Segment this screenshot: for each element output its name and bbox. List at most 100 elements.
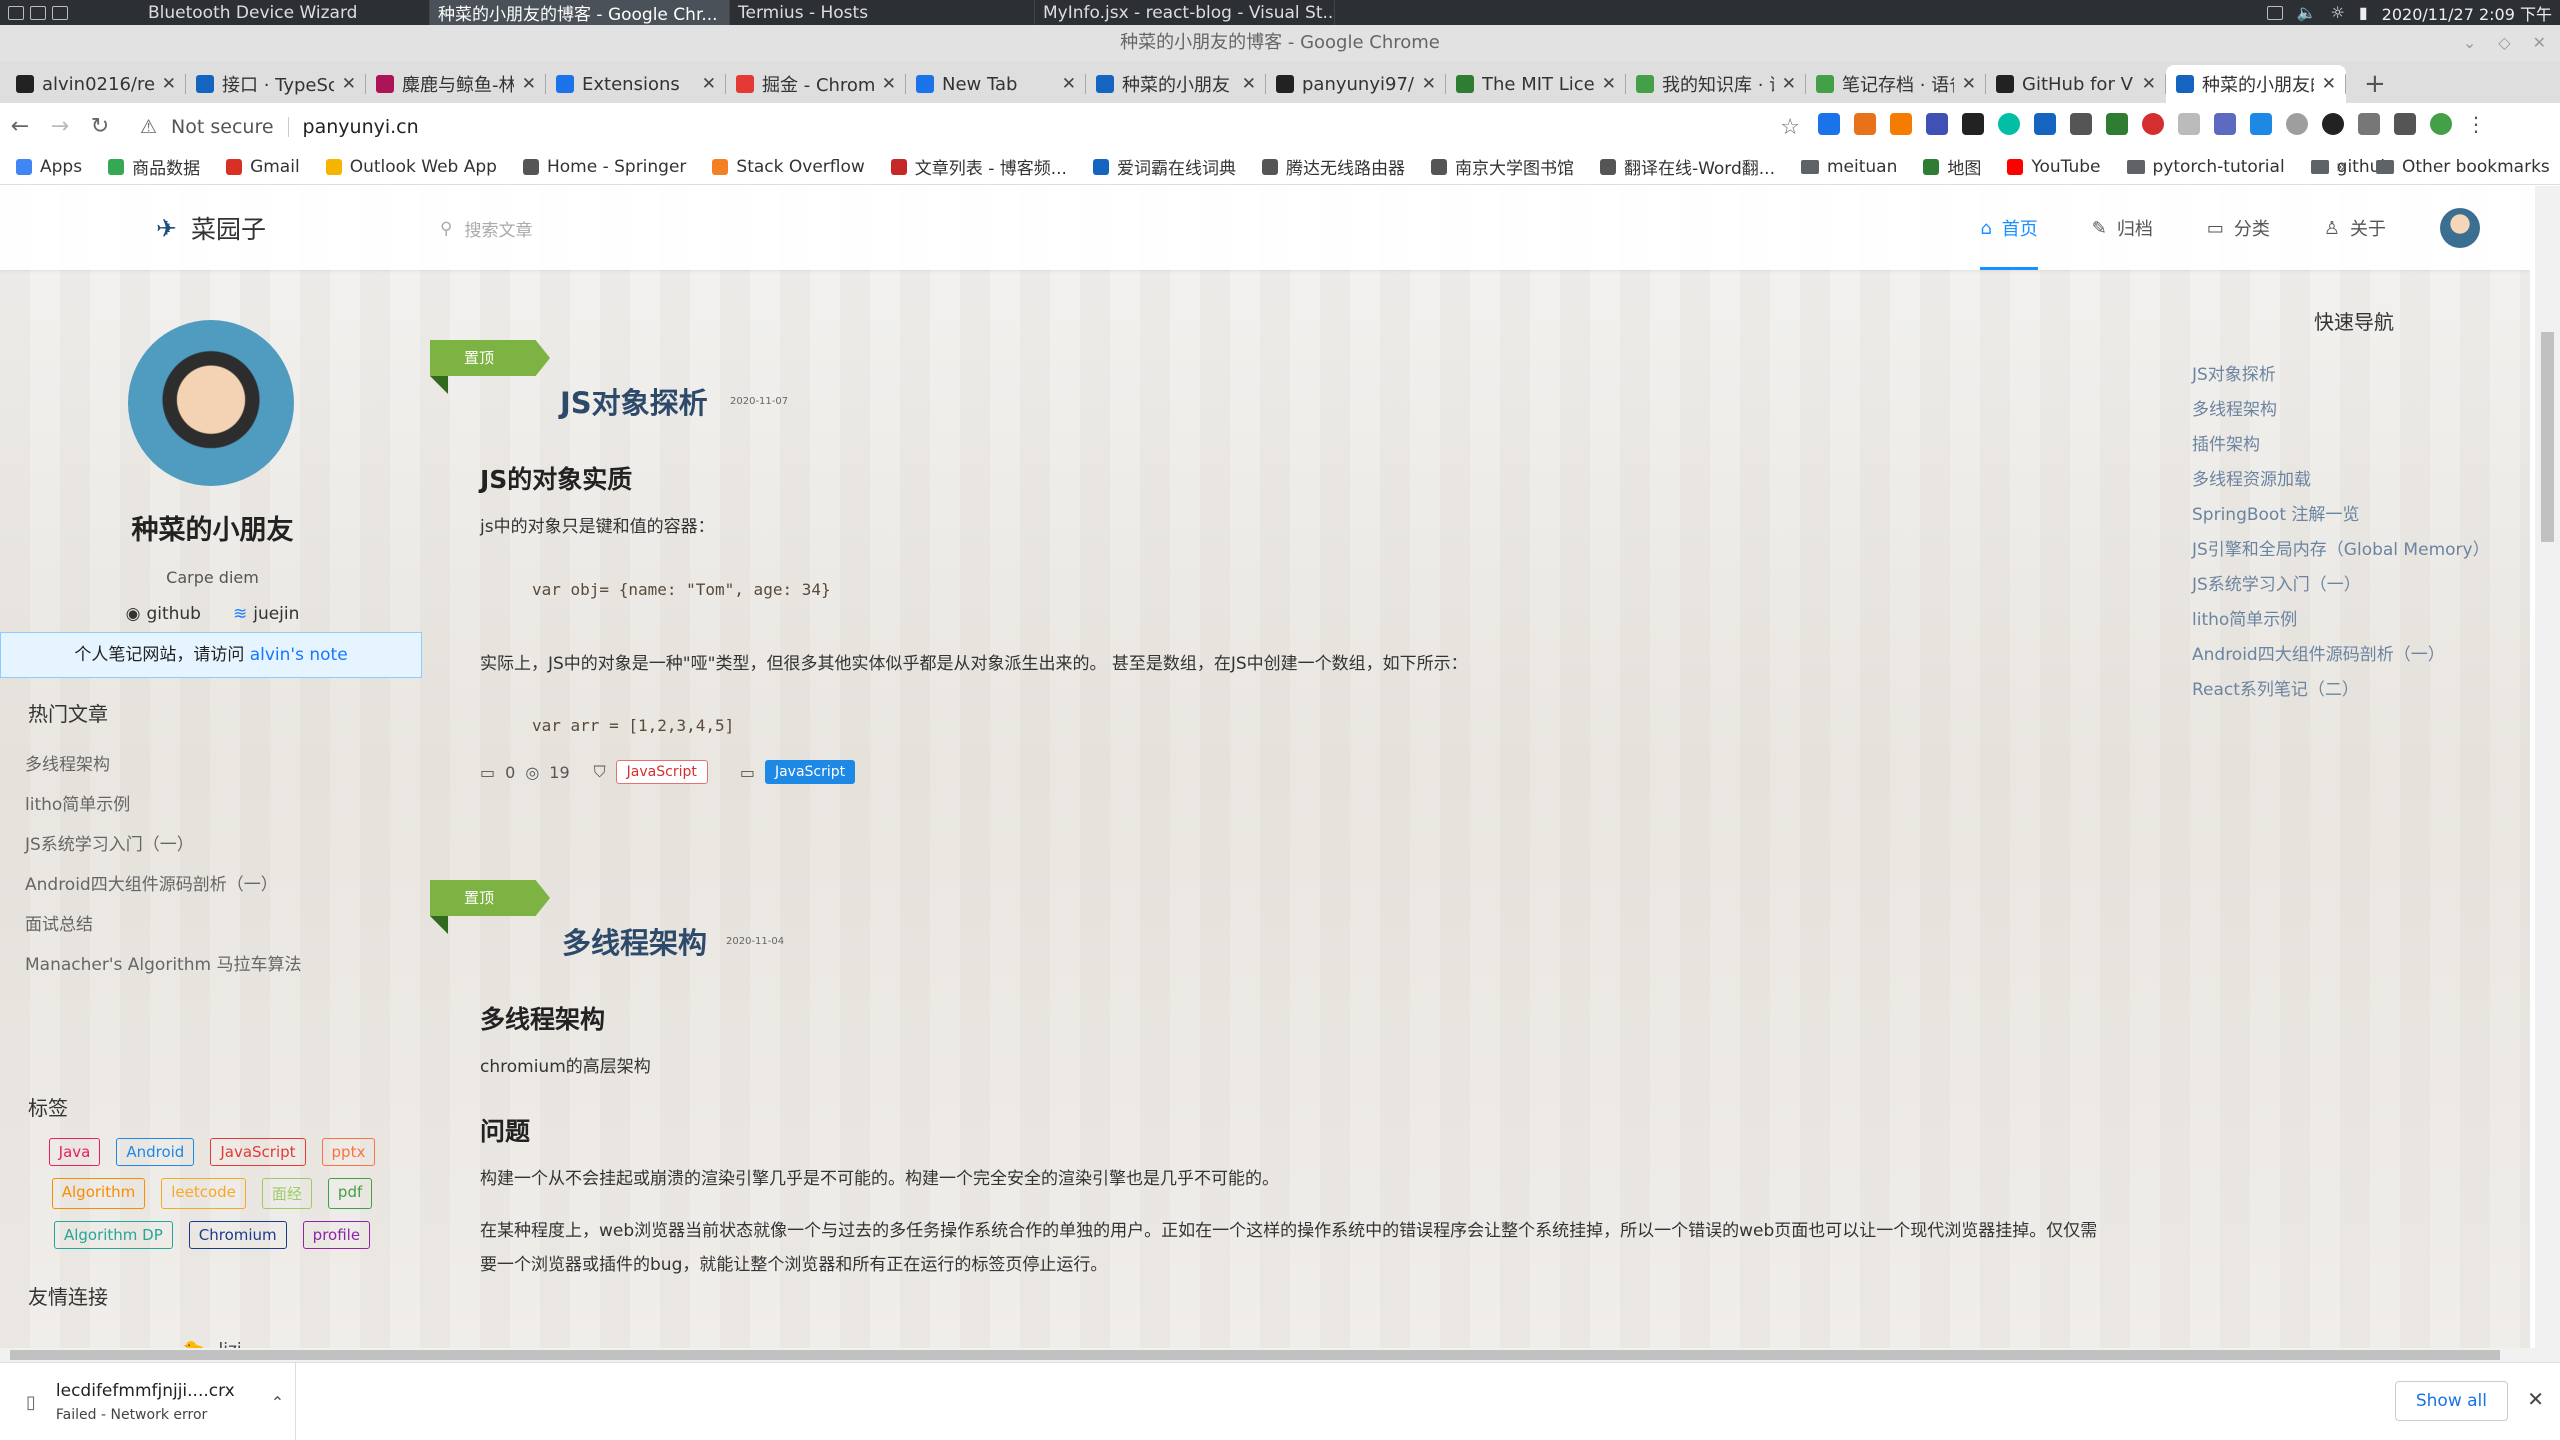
blog-logo[interactable]: ✈ 菜园子 — [156, 210, 266, 246]
download-item[interactable]: ▯ lecdifefmmfjnjji....crx Failed - Netwo… — [0, 1363, 296, 1440]
bookmark-item[interactable]: Apps — [16, 157, 82, 177]
scrollbar-thumb[interactable] — [2541, 332, 2554, 542]
chevron-up-icon[interactable]: ⌃ — [271, 1393, 284, 1412]
extension-icon[interactable] — [1962, 113, 1984, 135]
battery-icon[interactable]: ▮ — [2359, 3, 2368, 22]
quick-nav-link[interactable]: SpringBoot 注解一览 — [2192, 498, 2490, 533]
tag-chip[interactable]: 面经 — [261, 1178, 312, 1209]
quick-nav-link[interactable]: React系列笔记（二） — [2192, 673, 2490, 708]
juejin-link[interactable]: ≋ juejin — [233, 604, 299, 624]
close-icon[interactable]: ✕ — [1602, 74, 1616, 94]
extension-icon[interactable] — [1818, 113, 1840, 135]
hot-article-link[interactable]: 多线程架构 — [25, 745, 301, 785]
close-icon[interactable]: ✕ — [2142, 74, 2156, 94]
extension-icon[interactable] — [2322, 113, 2344, 135]
hot-article-link[interactable]: Android四大组件源码剖析（一） — [25, 865, 301, 905]
browser-tab[interactable]: 我的知识库 · 语 ✕ — [1626, 65, 1806, 103]
close-icon[interactable]: ✕ — [1782, 74, 1796, 94]
close-icon[interactable]: ✕ — [162, 74, 176, 94]
close-icon[interactable]: ✕ — [2322, 74, 2336, 94]
search-input[interactable]: 搜索文章 — [464, 216, 532, 241]
puzzle-icon[interactable] — [2394, 113, 2416, 135]
bookmark-item[interactable]: 地图 — [1923, 154, 1981, 179]
maximize-icon[interactable]: ◇ — [2498, 25, 2510, 61]
reload-icon[interactable]: ↻ — [80, 114, 120, 139]
bookmarks-overflow-icon[interactable]: » — [2336, 157, 2346, 177]
warning-icon[interactable]: ⚠ — [140, 116, 157, 138]
hot-article-link[interactable]: Manacher's Algorithm 马拉车算法 — [25, 945, 301, 985]
network-icon[interactable] — [2266, 5, 2283, 20]
tag-chip[interactable]: Algorithm — [51, 1178, 146, 1209]
friend-link[interactable]: 🐤 lizi — [0, 1332, 425, 1348]
shield-icon[interactable] — [2250, 113, 2272, 135]
close-icon[interactable]: ✕ — [1422, 74, 1436, 94]
extension-icon[interactable] — [2178, 113, 2200, 135]
show-all-button[interactable]: Show all — [2394, 1381, 2508, 1421]
note-link[interactable]: alvin's note — [250, 645, 348, 665]
terminal-icon[interactable] — [30, 5, 46, 20]
browser-tab[interactable]: 接口 · TypeScr ✕ — [186, 65, 366, 103]
browser-tab[interactable]: 麋鹿与鲸鱼-林 ✕ — [366, 65, 546, 103]
user-avatar[interactable] — [2440, 208, 2480, 248]
taskbar-app-bluetooth[interactable]: Bluetooth Device Wizard — [140, 0, 430, 25]
quick-nav-link[interactable]: JS引擎和全局内存（Global Memory） — [2192, 533, 2490, 568]
article-title[interactable]: 多线程架构 — [562, 920, 707, 962]
extension-icon[interactable] — [2358, 113, 2380, 135]
close-icon[interactable]: ✕ — [342, 74, 356, 94]
browser-tab[interactable]: 掘金 - Chrome ✕ — [726, 65, 906, 103]
close-icon[interactable]: ✕ — [522, 74, 536, 94]
quick-nav-link[interactable]: 插件架构 — [2192, 428, 2490, 463]
bookmark-item[interactable]: 文章列表 - 博客频... — [890, 154, 1067, 179]
bookmark-item[interactable]: YouTube — [2007, 157, 2101, 177]
bookmark-item[interactable]: 南京大学图书馆 — [1430, 154, 1574, 179]
extension-icon[interactable] — [1890, 113, 1912, 135]
browser-tab[interactable]: panyunyi97/re ✕ — [1266, 65, 1446, 103]
article-title[interactable]: JS对象探析 — [560, 380, 708, 422]
close-icon[interactable]: ✕ — [702, 74, 716, 94]
tag-chip[interactable]: profile — [302, 1221, 371, 1249]
close-icon[interactable]: ✕ — [1062, 74, 1076, 94]
scrollbar-thumb[interactable] — [10, 1350, 2500, 1360]
hot-article-link[interactable]: litho简单示例 — [25, 785, 301, 825]
profile-icon[interactable] — [2430, 113, 2452, 135]
bookmark-item[interactable]: 商品数据 — [108, 154, 200, 179]
brightness-icon[interactable]: ☼ — [2331, 3, 2345, 22]
tag-chip[interactable]: pptx — [321, 1138, 376, 1166]
bookmark-item[interactable]: Home - Springer — [522, 157, 686, 177]
volume-icon[interactable]: 🔈 — [2297, 3, 2317, 22]
extension-icon[interactable] — [2106, 113, 2128, 135]
quick-nav-link[interactable]: 多线程资源加载 — [2192, 463, 2490, 498]
browser-tab[interactable]: 笔记存档 · 语雀 ✕ — [1806, 65, 1986, 103]
extension-icon[interactable] — [2034, 113, 2056, 135]
browser-tab[interactable]: Extensions ✕ — [546, 65, 726, 103]
taskbar-app-vscode[interactable]: MyInfo.jsx - react-blog - Visual St... — [1035, 0, 1335, 25]
clock[interactable]: 2020/11/27 2:09 下午 — [2382, 1, 2552, 25]
extension-icon[interactable] — [2214, 113, 2236, 135]
minimize-icon[interactable]: ⌄ — [2463, 25, 2476, 61]
extension-icon[interactable] — [1998, 113, 2020, 135]
tag-chip[interactable]: Java — [48, 1138, 101, 1166]
close-icon[interactable]: ✕ — [2533, 25, 2546, 61]
horizontal-scrollbar[interactable] — [0, 1348, 2560, 1362]
new-tab-icon[interactable]: + — [2346, 65, 2404, 103]
close-icon[interactable]: ✕ — [2527, 1387, 2544, 1411]
taskbar-app-termius[interactable]: Termius - Hosts — [730, 0, 1035, 25]
close-icon[interactable]: ✕ — [882, 74, 896, 94]
menu-icon[interactable]: ⋮ — [2466, 112, 2486, 136]
search-box[interactable]: ⚲ 搜索文章 — [440, 216, 532, 242]
article-category[interactable]: JavaScript — [764, 760, 856, 784]
hot-article-link[interactable]: 面试总结 — [25, 905, 301, 945]
quick-nav-link[interactable]: JS系统学习入门（一） — [2192, 568, 2490, 603]
adblock-icon[interactable] — [2142, 113, 2164, 135]
nav-categories[interactable]: ▭ 分类 — [2207, 186, 2270, 270]
tag-chip[interactable]: pdf — [327, 1178, 373, 1209]
tag-chip[interactable]: Android — [116, 1138, 195, 1166]
taskbar-launcher[interactable] — [0, 0, 140, 25]
quick-nav-link[interactable]: litho简单示例 — [2192, 603, 2490, 638]
taskbar-app-chrome[interactable]: 种菜的小朋友的博客 - Google Chr... — [430, 0, 730, 25]
tag-chip[interactable]: leetcode — [161, 1178, 246, 1209]
app-menu-icon[interactable] — [8, 5, 24, 20]
omnibox[interactable]: ⚠ Not secure panyunyi.cn ☆ — [140, 110, 1800, 144]
other-bookmarks[interactable]: Other bookmarks — [2376, 157, 2550, 177]
browser-tab[interactable]: New Tab ✕ — [906, 65, 1086, 103]
